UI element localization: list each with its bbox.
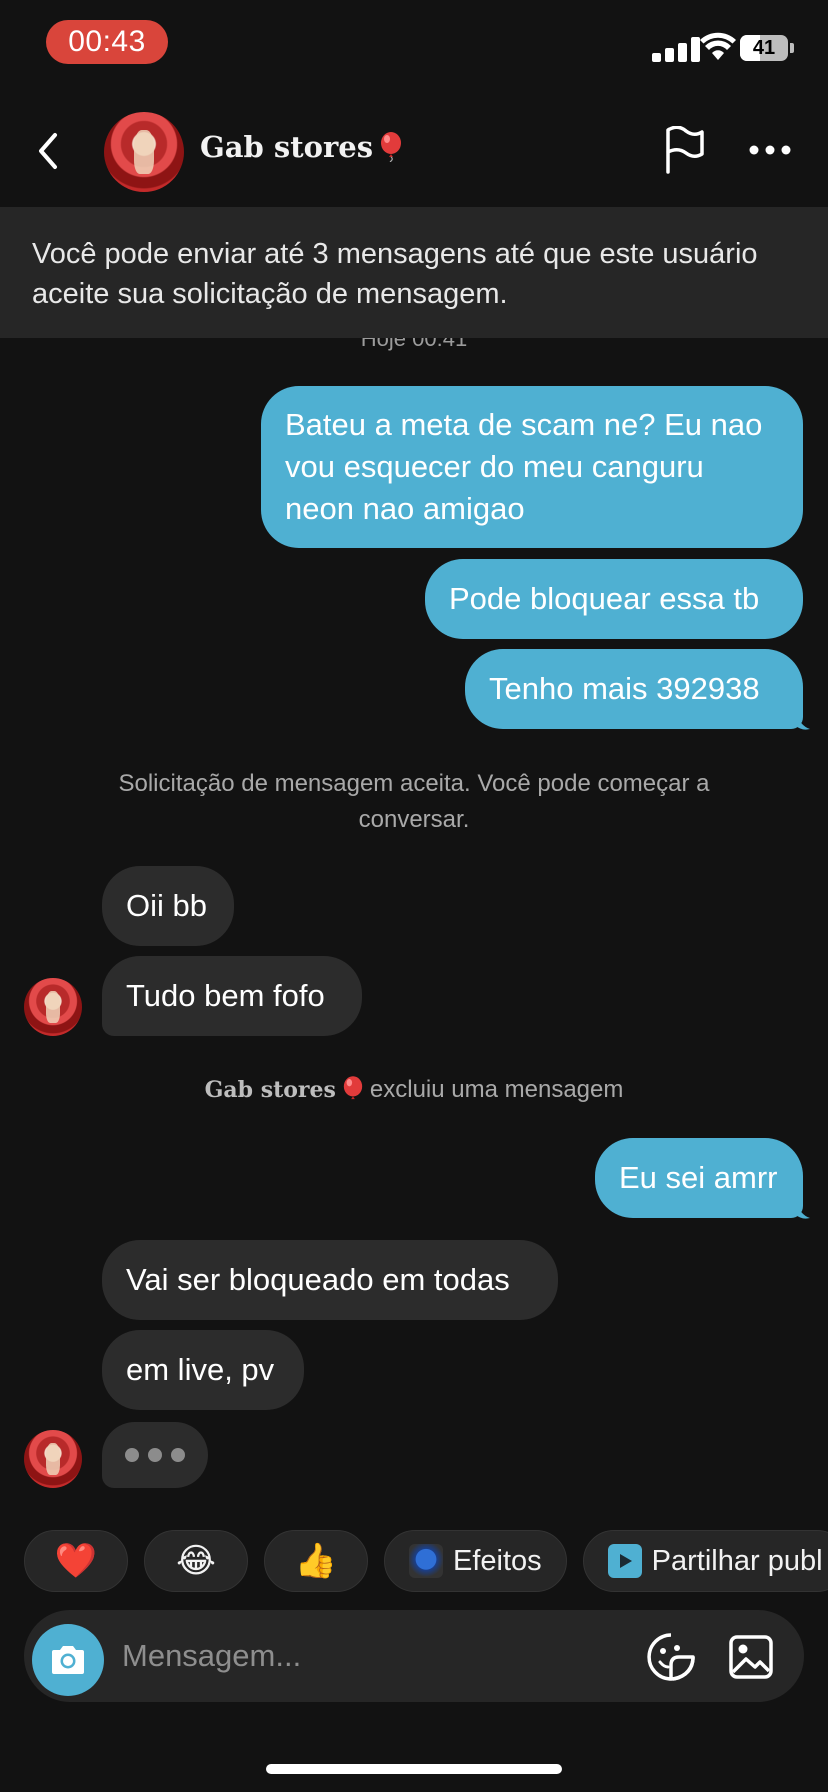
message-text: Oii bb xyxy=(126,888,207,923)
status-time[interactable]: 00:43 xyxy=(46,20,168,64)
message-text: Pode bloquear essa tb xyxy=(449,581,760,616)
deleted-text: excluiu uma mensagem xyxy=(369,1076,624,1103)
sticker-icon xyxy=(647,1633,695,1681)
outgoing-message[interactable]: Bateu a meta de scam ne? Eu nao vou esqu… xyxy=(261,386,803,548)
request-accepted-notice: Solicitação de mensagem aceita. Você pod… xyxy=(118,770,710,833)
camera-button[interactable] xyxy=(32,1624,104,1696)
incoming-message[interactable]: Oii bb xyxy=(102,866,234,946)
bubble-tail xyxy=(796,1201,810,1219)
contact-avatar-small[interactable] xyxy=(24,978,82,1036)
quick-reaction-heart[interactable]: ❤️ xyxy=(24,1530,128,1592)
effects-icon xyxy=(409,1544,443,1578)
quick-actions-bar: ❤️ 😂 👍 Efeitos Partilhar publ xyxy=(24,1530,828,1592)
message-text: Vai ser bloqueado em todas xyxy=(126,1262,510,1297)
message-text: Eu sei amrr xyxy=(619,1160,778,1195)
sticker-button[interactable] xyxy=(644,1630,698,1684)
camera-icon xyxy=(52,1646,84,1674)
contact-name-text: Gab stores xyxy=(200,130,374,164)
outgoing-message[interactable]: Eu sei amrr xyxy=(595,1138,803,1218)
back-button[interactable] xyxy=(22,126,72,176)
incoming-message[interactable]: Vai ser bloqueado em todas xyxy=(102,1240,558,1320)
contact-avatar-small[interactable] xyxy=(24,1430,82,1488)
deleted-by-name: Gab stores xyxy=(204,1077,336,1103)
message-request-notice: Você pode enviar até 3 mensagens até que… xyxy=(0,208,828,338)
incoming-message[interactable]: Tudo bem fofo xyxy=(102,956,362,1036)
quick-reaction-laugh[interactable]: 😂 xyxy=(144,1530,248,1592)
incoming-message[interactable]: em live, pv xyxy=(102,1330,304,1410)
quick-reaction-thumbs-up[interactable]: 👍 xyxy=(264,1530,368,1592)
share-post-button[interactable]: Partilhar publ xyxy=(582,1530,828,1592)
message-composer xyxy=(24,1610,804,1702)
chat-header: Gab stores xyxy=(0,96,828,208)
status-bar: 00:43 41 xyxy=(0,0,828,96)
flag-icon xyxy=(666,126,704,174)
heart-emoji-icon: ❤️ xyxy=(54,1542,98,1580)
chevron-left-icon xyxy=(39,133,57,169)
battery-icon: 41 xyxy=(740,35,788,61)
cellular-signal-icon xyxy=(652,36,706,62)
outgoing-message[interactable]: Tenho mais 392938 xyxy=(465,649,803,729)
message-text: Bateu a meta de scam ne? Eu nao vou esqu… xyxy=(285,407,763,526)
effects-button[interactable]: Efeitos xyxy=(384,1530,567,1592)
more-horizontal-icon xyxy=(749,145,791,155)
share-post-label: Partilhar publ xyxy=(651,1544,823,1577)
battery-level: 41 xyxy=(752,36,776,59)
balloon-icon xyxy=(381,132,402,162)
gallery-button[interactable] xyxy=(724,1630,778,1684)
typing-indicator xyxy=(102,1422,208,1488)
laughing-emoji-icon: 😂 xyxy=(176,1542,216,1580)
bubble-tail xyxy=(796,712,810,730)
message-input[interactable] xyxy=(122,1630,542,1682)
share-post-icon xyxy=(607,1544,642,1578)
more-options-button[interactable] xyxy=(742,122,798,178)
thumbs-up-emoji-icon: 👍 xyxy=(294,1542,338,1580)
contact-avatar[interactable] xyxy=(104,112,184,192)
home-indicator[interactable] xyxy=(266,1764,562,1774)
message-text: Tudo bem fofo xyxy=(126,978,325,1013)
message-text: em live, pv xyxy=(126,1352,275,1387)
report-button[interactable] xyxy=(656,122,712,178)
balloon-icon xyxy=(343,1076,363,1100)
message-text: Tenho mais 392938 xyxy=(489,671,760,706)
wifi-icon xyxy=(700,32,736,60)
contact-name[interactable]: Gab stores xyxy=(200,130,403,164)
effects-label: Efeitos xyxy=(453,1544,542,1577)
deleted-message-notice: Gab stores excluiu uma mensagem xyxy=(0,1076,828,1104)
image-icon xyxy=(729,1635,773,1679)
outgoing-message[interactable]: Pode bloquear essa tb xyxy=(425,559,803,639)
